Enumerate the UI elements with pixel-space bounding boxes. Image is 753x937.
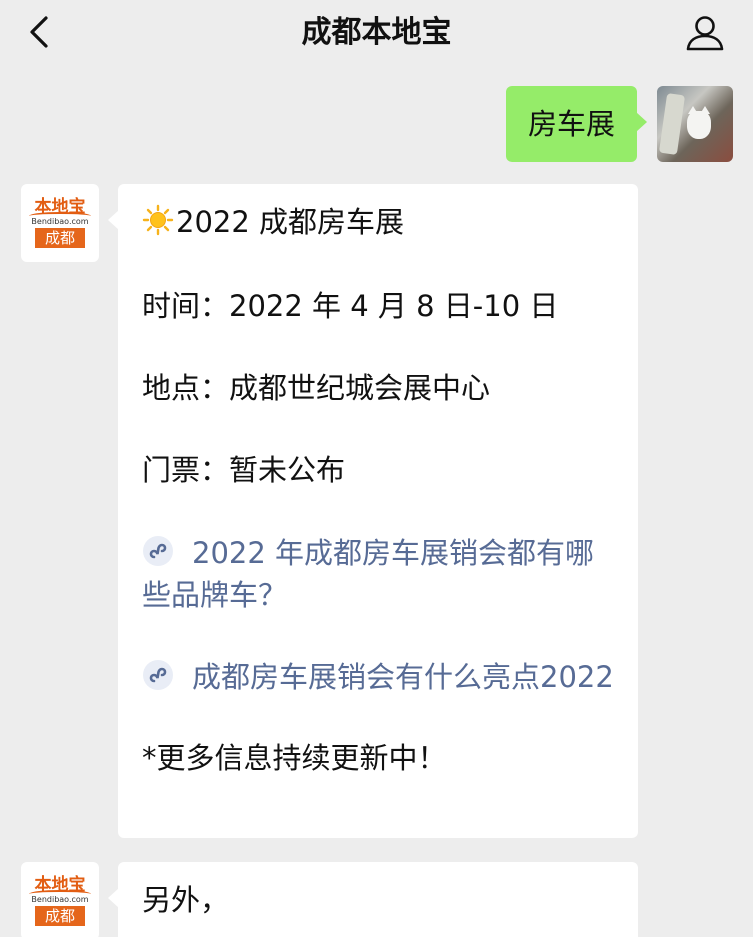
link-text-brands[interactable]: 2022 年成都房车展销会都有哪些品牌车？: [142, 536, 594, 612]
cat-image-detail: [687, 106, 711, 139]
incoming-message-bubble[interactable]: 2022 成都房车展 时间：2022 年 4 月 8 日-10 日 地点：成都世…: [108, 184, 638, 838]
person-icon[interactable]: [685, 14, 725, 52]
chat-title: 成都本地宝: [301, 15, 452, 50]
outgoing-message-bubble[interactable]: 房车展: [505, 86, 648, 162]
mini-program-icon: [143, 536, 173, 566]
mini-program-link-highlights[interactable]: 成都房车展销会有什么亮点2022: [142, 656, 614, 698]
logo-domain: Bendibao.com: [31, 895, 89, 904]
chat-header: 成都本地宝: [0, 0, 753, 66]
account-avatar[interactable]: 本地宝 Bendibao.com 成都: [21, 184, 99, 262]
logo-city-badge: 成都: [35, 228, 85, 248]
account-avatar[interactable]: 本地宝 Bendibao.com 成都: [21, 862, 99, 937]
message-title-line: 2022 成都房车展: [142, 202, 614, 242]
sun-icon: [142, 204, 174, 236]
mini-program-link-brands[interactable]: 2022 年成都房车展销会都有哪些品牌车？: [142, 532, 614, 616]
mini-program-icon: [143, 660, 173, 690]
user-avatar[interactable]: [657, 86, 733, 162]
link-text-highlights[interactable]: 成都房车展销会有什么亮点2022: [192, 660, 614, 694]
chat-screen: 成都本地宝 房车展 本地宝 Bendibao.com 成都 2022 成都房车展…: [0, 0, 753, 937]
event-time: 时间：2022 年 4 月 8 日-10 日: [142, 289, 559, 323]
update-note: *更多信息持续更新中！: [142, 741, 447, 775]
message-title: 2022 成都房车展: [176, 205, 405, 239]
event-ticket: 门票：暂未公布: [142, 453, 346, 487]
bag-image-detail: [658, 93, 686, 155]
logo-city-badge: 成都: [35, 906, 85, 926]
message-text: 另外，: [142, 883, 230, 917]
logo-domain: Bendibao.com: [31, 217, 89, 226]
incoming-message-bubble[interactable]: 另外，: [108, 862, 638, 937]
event-place: 地点：成都世纪城会展中心: [142, 371, 491, 405]
outgoing-message-row: 房车展: [473, 86, 733, 166]
